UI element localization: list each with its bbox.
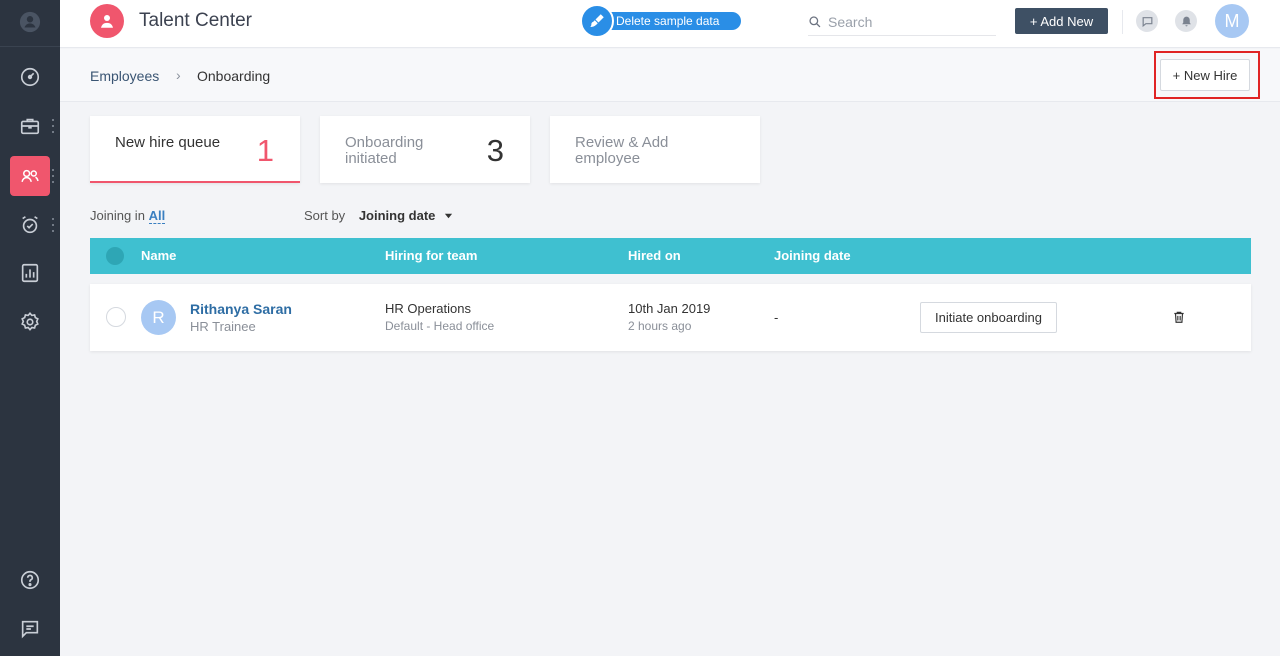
row-checkbox[interactable]	[106, 307, 126, 327]
joining-filter: Joining in All	[90, 208, 166, 224]
settings-gear-icon[interactable]	[0, 302, 60, 342]
column-header-name[interactable]: Name	[141, 248, 176, 263]
joining-date-value: -	[774, 310, 779, 325]
more-dots-icon[interactable]	[51, 218, 55, 232]
more-dots-icon[interactable]	[51, 119, 55, 133]
brand-logo-icon[interactable]	[0, 2, 60, 42]
caret-down-icon[interactable]	[444, 211, 453, 220]
card-count: 3	[486, 133, 504, 168]
table-header: Name Hiring for team Hired on Joining da…	[90, 238, 1251, 274]
sidebar	[0, 0, 60, 656]
table-row[interactable]: R Rithanya Saran HR Trainee HR Operation…	[90, 284, 1251, 351]
card-review-add-employee[interactable]: Review & Add employee	[550, 116, 760, 183]
topbar: Talent Center Delete sample data + Add N…	[60, 0, 1280, 48]
hired-on-date: 10th Jan 2019	[628, 301, 711, 316]
breadcrumb-bar: Employees › Onboarding + New Hire	[60, 49, 1280, 102]
reports-icon[interactable]	[0, 253, 60, 293]
joining-filter-label: Joining in	[90, 208, 145, 223]
new-hire-button[interactable]: + New Hire	[1160, 59, 1250, 91]
trash-icon[interactable]	[1172, 310, 1186, 324]
add-new-button[interactable]: + Add New	[1015, 8, 1108, 34]
search-box[interactable]	[808, 8, 996, 36]
sidebar-divider	[0, 46, 60, 47]
dashboard-icon[interactable]	[0, 57, 60, 97]
employee-role: HR Trainee	[190, 319, 256, 334]
breadcrumb-chevron-icon: ›	[176, 67, 181, 83]
notification-bell-icon[interactable]	[1175, 10, 1197, 32]
more-dots-icon[interactable]	[51, 169, 55, 183]
column-header-hired-on[interactable]: Hired on	[628, 248, 681, 263]
card-label: Onboarding initiated	[345, 134, 424, 167]
hired-on-relative: 2 hours ago	[628, 319, 692, 333]
breadcrumb-employees-link[interactable]: Employees	[90, 68, 159, 84]
employee-name-link[interactable]: Rithanya Saran	[190, 301, 292, 317]
sort-label: Sort by	[304, 208, 346, 223]
card-new-hire-queue[interactable]: New hire queue 1	[90, 116, 300, 183]
team-location: Default - Head office	[385, 319, 495, 333]
feedback-message-icon[interactable]	[0, 609, 60, 649]
brush-icon[interactable]	[580, 4, 614, 38]
card-onboarding-initiated[interactable]: Onboarding initiated 3	[320, 116, 530, 183]
sort-dropdown[interactable]: Joining date	[359, 208, 436, 223]
chat-icon[interactable]	[1136, 10, 1158, 32]
breadcrumb-current: Onboarding	[197, 68, 271, 84]
column-header-joining-date[interactable]: Joining date	[774, 248, 851, 263]
app-logo-icon	[90, 4, 124, 38]
card-count: 1	[256, 133, 274, 168]
user-avatar[interactable]: M	[1215, 4, 1249, 38]
joining-filter-value[interactable]: All	[148, 208, 166, 224]
card-label: New hire queue	[115, 134, 221, 151]
select-all-checkbox[interactable]	[106, 247, 124, 265]
sort-control: Sort by Joining date	[304, 208, 453, 223]
card-label: Review & Add employee	[575, 134, 669, 167]
employee-avatar: R	[141, 300, 176, 335]
topbar-divider	[1122, 10, 1123, 34]
team-name: HR Operations	[385, 301, 471, 316]
column-header-team[interactable]: Hiring for team	[385, 248, 477, 263]
app-title: Talent Center	[139, 10, 253, 31]
search-input[interactable]	[828, 13, 978, 30]
initiate-onboarding-button[interactable]: Initiate onboarding	[920, 302, 1057, 333]
search-icon	[809, 15, 821, 27]
help-icon[interactable]	[0, 560, 60, 600]
